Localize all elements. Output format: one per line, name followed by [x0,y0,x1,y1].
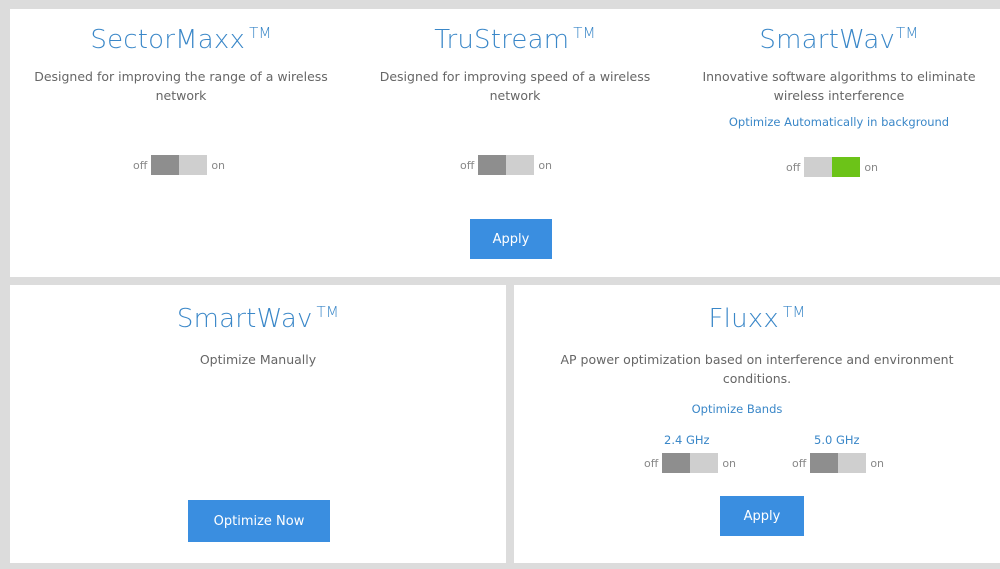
trademark-mark: TM [573,24,596,42]
smartwav-auto-title: SmartWavTM [678,24,1000,55]
smartwav-auto-description: Innovative software algorithms to elimin… [702,69,976,103]
fluxx-panel: Fluxx TM AP power optimization based on i… [514,285,1000,563]
trademark-mark: TM [782,303,806,321]
trademark-mark: TM [896,24,919,42]
trustream-toggle[interactable] [478,155,535,175]
trustream-title-text: TruStream [434,25,570,55]
trademark-mark: TM [249,24,272,42]
smartwav-auto-section: SmartWavTM Innovative software algorithm… [678,9,1000,129]
optimize-bands-label: Optimize Bands [691,402,783,416]
trustream-section: TruStream TM Designed for improving speed… [352,9,678,105]
sectormaxx-section: SectorMaxx TM Designed for improving the … [10,9,352,105]
sectormaxx-title-text: SectorMaxx [90,25,246,55]
top-apply-button[interactable]: Apply [470,219,552,259]
smartwav-manual-section: SmartWav TM Optimize Manually [10,285,506,369]
toggle-on-label: on [870,456,885,470]
smartwav-auto-toggle[interactable] [804,157,861,177]
sectormaxx-description: Designed for improving the range of a wi… [34,69,328,103]
trademark-mark: TM [316,303,340,321]
optimize-automatically-label: Optimize Automatically in background [728,115,950,129]
fluxx-title: Fluxx TM [514,303,1000,334]
smartwav-manual-panel: SmartWav TM Optimize Manually Optimize No… [10,285,506,563]
toggle-off-label: off [792,456,807,470]
toggle-on-label: on [538,158,553,172]
fluxx-title-text: Fluxx [708,304,779,334]
band-50-toggle-row: off on [792,453,884,473]
sectormaxx-toggle[interactable] [151,155,208,175]
optimize-now-button[interactable]: Optimize Now [188,500,330,542]
band-50-label: 5.0 GHz [814,433,860,447]
fluxx-description: AP power optimization based on interfere… [560,352,954,386]
band-50-toggle[interactable] [810,453,867,473]
smartwav-manual-title: SmartWav TM [10,303,506,334]
toggle-on-label: on [722,456,737,470]
sectormaxx-title: SectorMaxx TM [10,24,352,55]
sectormaxx-toggle-row: off on [133,155,225,175]
smartwav-manual-title-text: SmartWav [176,304,313,334]
trustream-toggle-row: off on [460,155,552,175]
toggle-off-label: off [460,158,475,172]
smartwav-auto-toggle-row: off on [786,157,878,177]
band-24-toggle-row: off on [644,453,736,473]
toggle-off-label: off [644,456,659,470]
trustream-title: TruStream TM [352,24,678,55]
toggle-off-label: off [133,158,148,172]
band-24-toggle[interactable] [662,453,719,473]
toggle-on-label: on [864,160,879,174]
fluxx-apply-button[interactable]: Apply [720,496,804,536]
toggle-off-label: off [786,160,801,174]
top-panel: SectorMaxx TM Designed for improving the … [10,9,1000,277]
toggle-on-label: on [211,158,226,172]
optimize-manually-label: Optimize Manually [199,352,317,367]
trustream-description: Designed for improving speed of a wirele… [379,69,651,103]
fluxx-section: Fluxx TM AP power optimization based on i… [514,285,1000,416]
smartwav-auto-title-text: SmartWav [759,25,896,55]
band-24-label: 2.4 GHz [664,433,710,447]
